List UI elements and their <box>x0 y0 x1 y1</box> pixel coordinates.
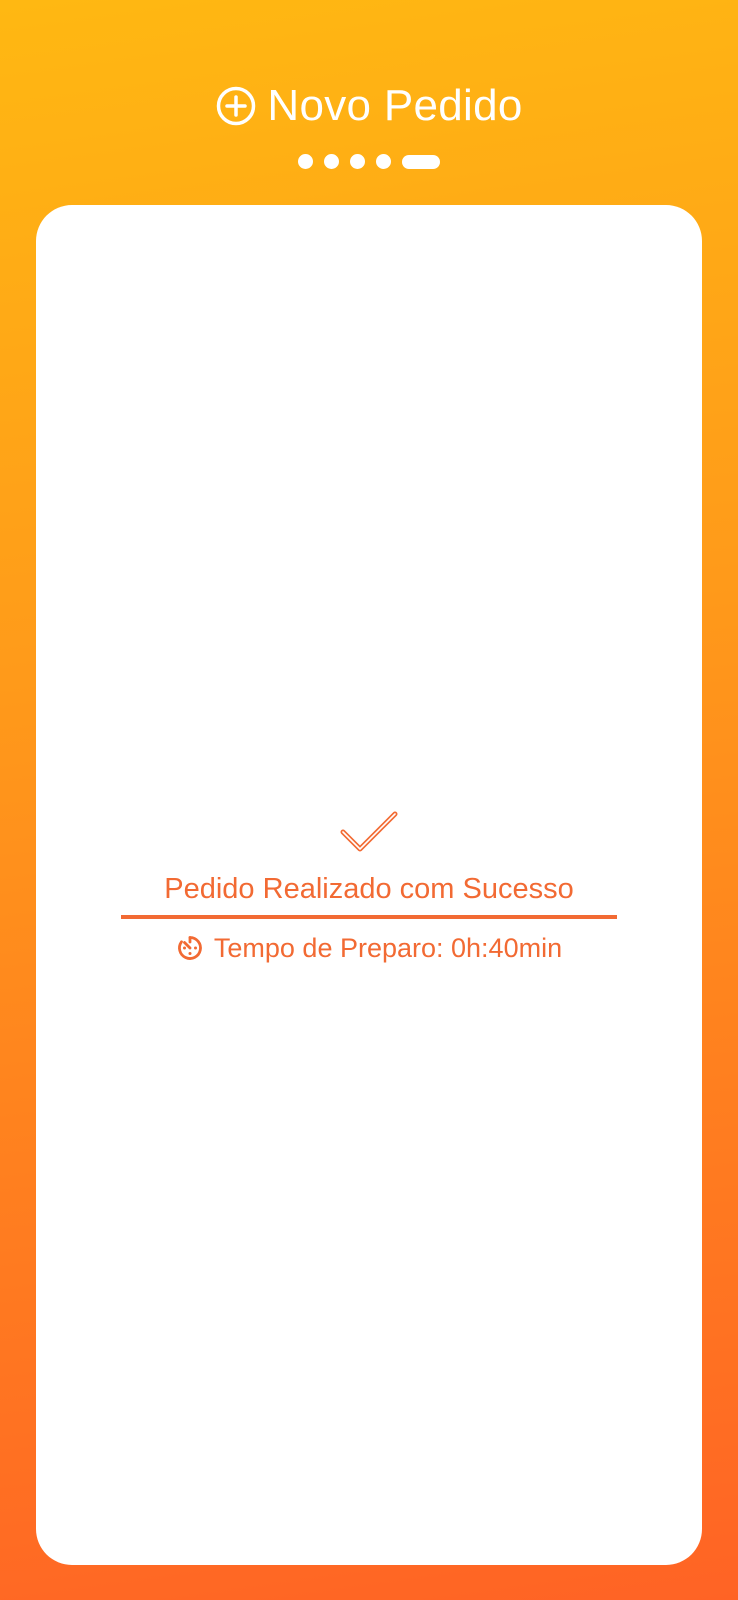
step-dot-2 <box>324 154 339 169</box>
page-title: Novo Pedido <box>267 81 523 130</box>
step-indicator <box>0 154 738 169</box>
divider <box>121 915 617 919</box>
success-title: Pedido Realizado com Sucesso <box>164 873 574 905</box>
plus-circle-icon <box>217 86 256 126</box>
step-dot-1 <box>298 154 313 169</box>
success-message: Pedido Realizado com Sucesso Tempo de Pr… <box>36 805 702 965</box>
check-icon <box>340 811 398 852</box>
content-card: Pedido Realizado com Sucesso Tempo de Pr… <box>36 205 702 1565</box>
step-dot-3 <box>350 154 365 169</box>
step-dot-4 <box>376 154 391 169</box>
timer-icon <box>178 936 202 960</box>
step-dot-5-active <box>402 154 440 169</box>
page-header: Novo Pedido <box>0 78 738 134</box>
prep-time-row: Tempo de Preparo: 0h:40min <box>176 931 562 965</box>
prep-time-label: Tempo de Preparo: 0h:40min <box>213 933 563 963</box>
